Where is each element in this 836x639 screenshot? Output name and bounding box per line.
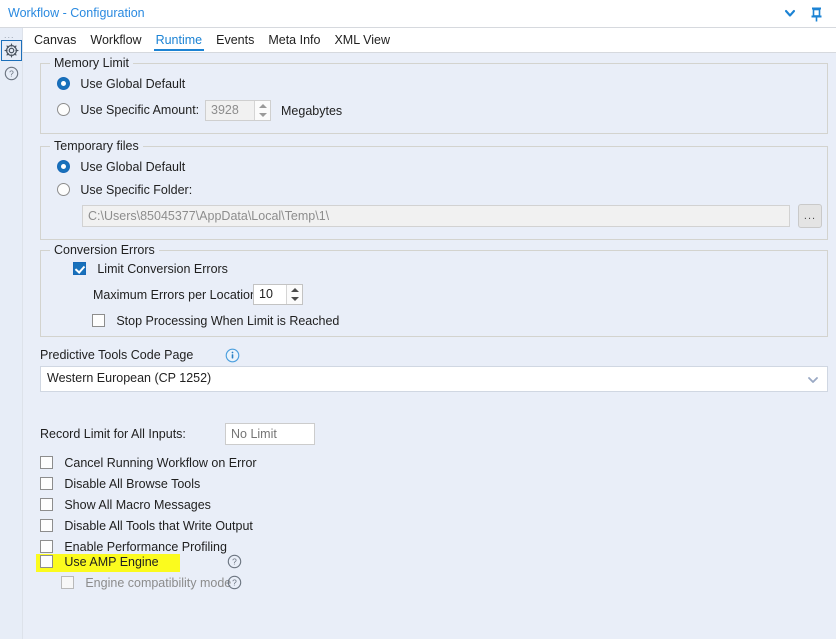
tab-xml-view[interactable]: XML View [327, 28, 397, 52]
enable-performance-profiling-checkbox[interactable] [40, 540, 53, 554]
gear-icon[interactable] [1, 40, 22, 61]
svg-text:?: ? [232, 578, 237, 588]
question-circle-icon[interactable]: ? [2, 64, 21, 83]
temp-use-global-default-label: Use Global Default [80, 159, 186, 174]
engine-compatibility-mode-checkbox[interactable] [61, 576, 74, 590]
engine-compatibility-mode-row[interactable]: Engine compatibility mode [61, 575, 231, 590]
memory-use-specific-amount-radio[interactable] [57, 103, 70, 117]
temp-use-specific-folder-label: Use Specific Folder: [80, 182, 193, 197]
max-errors-stepper-down[interactable] [287, 295, 303, 305]
use-amp-engine-row[interactable]: Use AMP Engine [40, 554, 159, 569]
use-amp-engine-help-icon[interactable]: ? [227, 554, 242, 569]
max-errors-per-location-label: Maximum Errors per Location: [93, 288, 261, 302]
stop-processing-checkbox[interactable] [92, 314, 105, 328]
chevron-down-icon[interactable] [807, 374, 819, 386]
code-page-selected-value: Western European (CP 1252) [47, 371, 212, 385]
temp-use-global-default-radio[interactable] [57, 160, 70, 174]
limit-conversion-errors-checkbox[interactable] [73, 262, 86, 276]
engine-compatibility-mode-help-icon[interactable]: ? [227, 575, 242, 590]
memory-amount-value: 3928 [211, 103, 239, 117]
temp-use-global-default-row[interactable]: Use Global Default [57, 159, 185, 174]
memory-limit-group: Memory Limit Use Global Default Use Spec… [40, 56, 828, 134]
memory-amount-stepper-down[interactable] [255, 111, 271, 121]
limit-conversion-errors-label: Limit Conversion Errors [97, 261, 228, 276]
memory-amount-stepper-buttons[interactable] [254, 101, 270, 120]
tab-runtime[interactable]: Runtime [149, 28, 210, 52]
svg-text:?: ? [232, 557, 237, 567]
left-rail: ... ? [0, 28, 23, 639]
temp-use-specific-folder-row[interactable]: Use Specific Folder: [57, 182, 192, 197]
disable-all-browse-tools-row[interactable]: Disable All Browse Tools [40, 476, 200, 491]
temp-use-specific-folder-radio[interactable] [57, 183, 70, 197]
memory-use-specific-amount-label: Use Specific Amount: [80, 102, 200, 117]
conversion-errors-group-title: Conversion Errors [50, 243, 159, 257]
use-amp-engine-checkbox[interactable] [40, 555, 53, 569]
show-all-macro-messages-row[interactable]: Show All Macro Messages [40, 497, 211, 512]
limit-conversion-errors-row[interactable]: Limit Conversion Errors [73, 261, 228, 276]
record-limit-label: Record Limit for All Inputs: [40, 427, 186, 441]
tab-meta-info[interactable]: Meta Info [261, 28, 327, 52]
tab-strip: Canvas Workflow Runtime Events Meta Info XML … [23, 28, 836, 53]
disable-tools-write-output-label: Disable All Tools that Write Output [64, 518, 253, 533]
show-all-macro-messages-label: Show All Macro Messages [64, 497, 211, 512]
rail-overflow-dots[interactable]: ... [4, 30, 15, 40]
memory-use-global-default-label: Use Global Default [80, 76, 186, 91]
runtime-settings-pane: Memory Limit Use Global Default Use Spec… [24, 54, 836, 639]
max-errors-stepper-buttons[interactable] [286, 285, 302, 304]
memory-use-global-default-row[interactable]: Use Global Default [57, 76, 185, 91]
temp-folder-browse-label: ... [803, 210, 817, 222]
chevron-down-icon[interactable] [780, 4, 800, 24]
use-amp-engine-label: Use AMP Engine [64, 554, 159, 569]
disable-all-browse-tools-label: Disable All Browse Tools [64, 476, 201, 491]
max-errors-stepper[interactable]: 10 [253, 284, 303, 305]
temp-folder-path-input[interactable]: C:\Users\85045377\AppData\Local\Temp\1\ [82, 205, 790, 227]
title-bar: Workflow - Configuration [0, 0, 836, 28]
stop-processing-label: Stop Processing When Limit is Reached [116, 313, 340, 328]
cancel-running-workflow-row[interactable]: Cancel Running Workflow on Error [40, 455, 257, 470]
pin-icon[interactable] [806, 4, 826, 24]
cancel-running-workflow-checkbox[interactable] [40, 456, 53, 470]
tab-canvas[interactable]: Canvas [27, 28, 83, 52]
temp-folder-browse-button[interactable]: ... [798, 204, 822, 228]
record-limit-input[interactable] [225, 423, 315, 445]
max-errors-stepper-up[interactable] [287, 285, 303, 295]
disable-all-browse-tools-checkbox[interactable] [40, 477, 53, 491]
tab-events[interactable]: Events [209, 28, 261, 52]
memory-amount-stepper-up[interactable] [255, 101, 271, 111]
memory-amount-stepper[interactable]: 3928 [205, 100, 271, 121]
cancel-running-workflow-label: Cancel Running Workflow on Error [64, 455, 257, 470]
info-circle-icon[interactable] [225, 348, 240, 363]
enable-performance-profiling-label: Enable Performance Profiling [64, 539, 227, 554]
megabytes-label: Megabytes [281, 104, 343, 118]
max-errors-value: 10 [259, 287, 273, 301]
memory-limit-group-title: Memory Limit [50, 56, 134, 70]
engine-compatibility-mode-label: Engine compatibility mode [85, 575, 232, 590]
memory-use-specific-amount-row[interactable]: Use Specific Amount: [57, 102, 199, 117]
show-all-macro-messages-checkbox[interactable] [40, 498, 53, 512]
window-title: Workflow - Configuration [8, 6, 145, 20]
tab-workflow[interactable]: Workflow [83, 28, 148, 52]
conversion-errors-group: Conversion Errors Limit Conversion Error… [40, 243, 828, 337]
disable-tools-write-output-row[interactable]: Disable All Tools that Write Output [40, 518, 253, 533]
code-page-label: Predictive Tools Code Page [40, 348, 194, 362]
enable-performance-profiling-row[interactable]: Enable Performance Profiling [40, 539, 227, 554]
temporary-files-group-title: Temporary files [50, 139, 143, 153]
svg-text:?: ? [9, 69, 14, 79]
code-page-select[interactable]: Western European (CP 1252) [40, 366, 828, 392]
memory-use-global-default-radio[interactable] [57, 77, 70, 91]
stop-processing-row[interactable]: Stop Processing When Limit is Reached [92, 313, 339, 328]
temporary-files-group: Temporary files Use Global Default Use S… [40, 139, 828, 240]
disable-tools-write-output-checkbox[interactable] [40, 519, 53, 533]
